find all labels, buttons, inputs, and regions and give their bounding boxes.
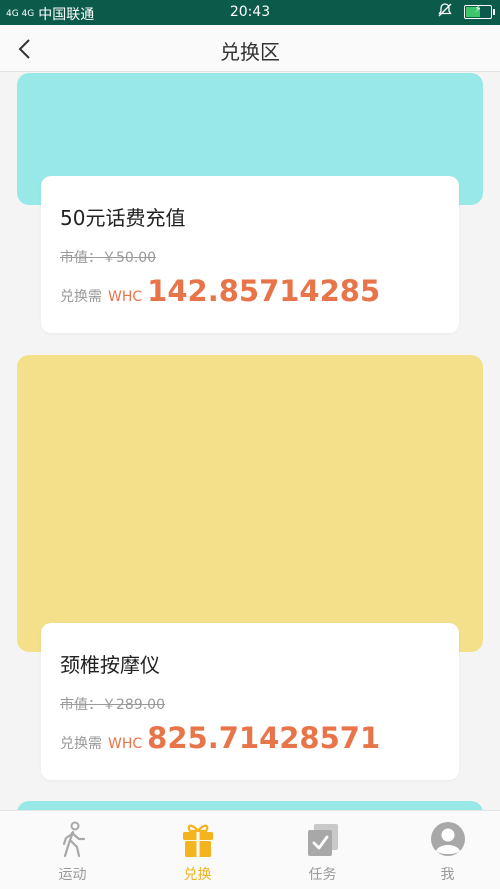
exchange-value: 142.85714285	[147, 274, 381, 308]
exchange-price: 兑换需 WHC 825.71428571	[60, 721, 380, 755]
task-check-icon	[305, 821, 341, 859]
exchange-label: 兑换需	[60, 736, 102, 752]
exchange-unit: WHC	[108, 736, 143, 752]
tab-label: 任务	[308, 867, 337, 883]
tab-label: 运动	[58, 867, 87, 883]
product-item[interactable]	[17, 801, 483, 810]
tab-exchange[interactable]: 兑换	[135, 811, 260, 889]
product-list[interactable]: 50元话费充值 市值：￥50.00 兑换需 WHC 142.85714285 颈…	[0, 73, 500, 810]
product-name: 50元话费充值	[60, 206, 186, 230]
gift-icon	[180, 821, 216, 859]
charging-icon: ⚡	[474, 4, 482, 15]
status-bar: 4G 4G 中国联通 20:43 ⚡	[0, 0, 500, 25]
product-item[interactable]: 50元话费充值 市值：￥50.00 兑换需 WHC 142.85714285	[17, 73, 483, 333]
exchange-label: 兑换需	[60, 289, 102, 305]
exchange-unit: WHC	[108, 289, 143, 305]
market-price: 市值：￥50.00	[60, 250, 157, 266]
product-card[interactable]: 颈椎按摩仪 市值：￥289.00 兑换需 WHC 825.71428571	[41, 623, 459, 780]
exchange-value: 825.71428571	[147, 721, 381, 755]
tab-me[interactable]: 我	[385, 811, 500, 889]
product-image[interactable]	[17, 355, 483, 652]
tab-bar: 运动 兑换 任务 我	[0, 810, 500, 889]
product-item[interactable]: 颈椎按摩仪 市值：￥289.00 兑换需 WHC 825.71428571	[17, 355, 483, 780]
product-card[interactable]: 50元话费充值 市值：￥50.00 兑换需 WHC 142.85714285	[41, 176, 459, 333]
exchange-price: 兑换需 WHC 142.85714285	[60, 274, 380, 308]
page-title: 兑换区	[220, 40, 280, 64]
tab-tasks[interactable]: 任务	[260, 811, 385, 889]
product-image[interactable]	[17, 801, 483, 810]
battery-icon: ⚡	[464, 4, 495, 19]
tab-label: 我	[440, 867, 455, 883]
user-avatar-icon	[430, 821, 466, 859]
silent-bell-icon	[438, 3, 452, 21]
walking-icon	[55, 821, 91, 859]
product-name: 颈椎按摩仪	[60, 653, 160, 677]
status-time: 20:43	[229, 4, 271, 20]
nav-bar: 兑换区	[0, 25, 500, 72]
market-price: 市值：￥289.00	[60, 697, 165, 713]
tab-sport[interactable]: 运动	[10, 811, 135, 889]
tab-label: 兑换	[183, 867, 212, 883]
status-right: ⚡	[438, 3, 495, 21]
